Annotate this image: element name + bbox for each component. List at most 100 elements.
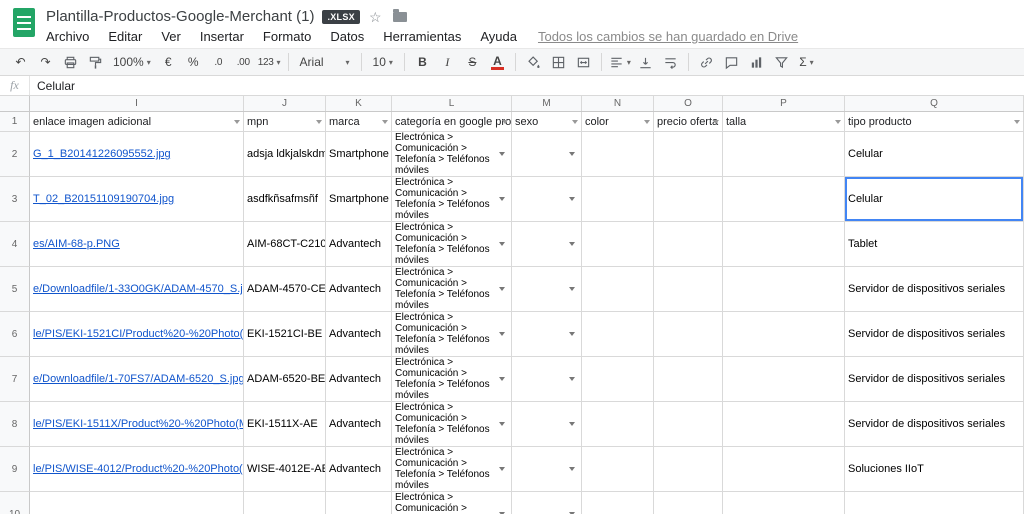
horizontal-align-dropdown[interactable]: ▾ xyxy=(609,51,631,73)
star-icon[interactable]: ☆ xyxy=(369,10,382,24)
menu-item-ver[interactable]: Ver xyxy=(161,29,181,44)
insert-comment-button[interactable] xyxy=(721,51,742,73)
cell-J2[interactable]: adsja ldkjalskdm xyxy=(244,132,326,177)
cell-N7[interactable] xyxy=(582,357,654,402)
image-url-link[interactable]: le/PIS/WISE-4012/Product%20-%20Photo(Mai… xyxy=(33,463,243,475)
validation-dropdown-icon[interactable] xyxy=(499,377,505,381)
cell-K4[interactable]: Advantech xyxy=(326,222,392,267)
menu-item-herramientas[interactable]: Herramientas xyxy=(383,29,461,44)
image-url-link[interactable]: le/PIS/EKI-1521CI/Product%20-%20Photo(Ma… xyxy=(33,328,243,340)
cell-P5[interactable] xyxy=(723,267,845,312)
validation-dropdown-icon[interactable] xyxy=(569,287,575,291)
cell-L8[interactable]: Electrónica > Comunicación > Telefonía >… xyxy=(392,402,512,447)
cell-M1[interactable]: sexo xyxy=(512,112,582,132)
row-header-6[interactable]: 6 xyxy=(0,312,30,357)
zoom-dropdown[interactable]: 100% ▾ xyxy=(110,51,154,73)
cell-L9[interactable]: Electrónica > Comunicación > Telefonía >… xyxy=(392,447,512,492)
cell-I3[interactable]: T_02_B20151109190704.jpg xyxy=(30,177,244,222)
cell-N1[interactable]: color xyxy=(582,112,654,132)
row-header-9[interactable]: 9 xyxy=(0,447,30,492)
filter-dropdown-icon[interactable] xyxy=(382,119,388,124)
cell-Q6[interactable]: Servidor de dispositivos seriales xyxy=(845,312,1024,357)
cell-P3[interactable] xyxy=(723,177,845,222)
filter-dropdown-icon[interactable] xyxy=(316,119,322,124)
cell-J6[interactable]: EKI-1521CI-BE xyxy=(244,312,326,357)
validation-dropdown-icon[interactable] xyxy=(499,152,505,156)
menu-item-ayuda[interactable]: Ayuda xyxy=(480,29,517,44)
filter-dropdown-icon[interactable] xyxy=(1014,119,1020,124)
text-color-button[interactable]: A xyxy=(487,51,508,73)
cell-M7[interactable] xyxy=(512,357,582,402)
cell-N3[interactable] xyxy=(582,177,654,222)
cell-I4[interactable]: es/AIM-68-p.PNG xyxy=(30,222,244,267)
cell-Q3-selected[interactable]: Celular xyxy=(845,177,1024,222)
cell-I10[interactable] xyxy=(30,492,244,514)
menu-item-insertar[interactable]: Insertar xyxy=(200,29,244,44)
validation-dropdown-icon[interactable] xyxy=(499,332,505,336)
cell-O3[interactable] xyxy=(654,177,723,222)
cell-N9[interactable] xyxy=(582,447,654,492)
cell-L5[interactable]: Electrónica > Comunicación > Telefonía >… xyxy=(392,267,512,312)
row-header-8[interactable]: 8 xyxy=(0,402,30,447)
cell-M4[interactable] xyxy=(512,222,582,267)
cell-I2[interactable]: G_1_B20141226095552.jpg xyxy=(30,132,244,177)
cell-Q2[interactable]: Celular xyxy=(845,132,1024,177)
cell-P9[interactable] xyxy=(723,447,845,492)
cell-O1[interactable]: precio oferta xyxy=(654,112,723,132)
cell-L3[interactable]: Electrónica > Comunicación > Telefonía >… xyxy=(392,177,512,222)
bold-button[interactable]: B xyxy=(412,51,433,73)
column-header-M[interactable]: M xyxy=(512,96,582,111)
cell-O9[interactable] xyxy=(654,447,723,492)
cell-N6[interactable] xyxy=(582,312,654,357)
filter-dropdown-icon[interactable] xyxy=(713,119,719,124)
cell-N10[interactable] xyxy=(582,492,654,514)
cell-O4[interactable] xyxy=(654,222,723,267)
decrease-decimal-button[interactable]: .0 xyxy=(208,51,229,73)
cell-L6[interactable]: Electrónica > Comunicación > Telefonía >… xyxy=(392,312,512,357)
insert-chart-button[interactable] xyxy=(746,51,767,73)
row-header-4[interactable]: 4 xyxy=(0,222,30,267)
cell-P1[interactable]: talla xyxy=(723,112,845,132)
cell-I1[interactable]: enlace imagen adicional xyxy=(30,112,244,132)
validation-dropdown-icon[interactable] xyxy=(569,242,575,246)
cell-M5[interactable] xyxy=(512,267,582,312)
row-header-3[interactable]: 3 xyxy=(0,177,30,222)
menu-item-editar[interactable]: Editar xyxy=(108,29,142,44)
cell-J9[interactable]: WISE-4012E-AE-W xyxy=(244,447,326,492)
cell-I9[interactable]: le/PIS/WISE-4012/Product%20-%20Photo(Mai… xyxy=(30,447,244,492)
cell-K8[interactable]: Advantech xyxy=(326,402,392,447)
cell-M3[interactable] xyxy=(512,177,582,222)
strikethrough-button[interactable]: S xyxy=(462,51,483,73)
cell-J10[interactable] xyxy=(244,492,326,514)
menu-item-datos[interactable]: Datos xyxy=(330,29,364,44)
cell-N5[interactable] xyxy=(582,267,654,312)
cell-M2[interactable] xyxy=(512,132,582,177)
column-header-J[interactable]: J xyxy=(244,96,326,111)
validation-dropdown-icon[interactable] xyxy=(569,332,575,336)
cell-Q9[interactable]: Soluciones IIoT xyxy=(845,447,1024,492)
cell-Q8[interactable]: Servidor de dispositivos seriales xyxy=(845,402,1024,447)
cell-P7[interactable] xyxy=(723,357,845,402)
cell-O6[interactable] xyxy=(654,312,723,357)
image-url-link[interactable]: le/PIS/EKI-1511X/Product%20-%20Photo(Mai… xyxy=(33,418,243,430)
column-header-N[interactable]: N xyxy=(582,96,654,111)
format-percent-button[interactable]: % xyxy=(183,51,204,73)
vertical-align-button[interactable] xyxy=(635,51,656,73)
validation-dropdown-icon[interactable] xyxy=(499,287,505,291)
validation-dropdown-icon[interactable] xyxy=(569,152,575,156)
cell-J1[interactable]: mpn xyxy=(244,112,326,132)
cell-J4[interactable]: AIM-68CT-C21060C xyxy=(244,222,326,267)
cell-K9[interactable]: Advantech xyxy=(326,447,392,492)
cell-P10[interactable] xyxy=(723,492,845,514)
cell-O8[interactable] xyxy=(654,402,723,447)
cell-K1[interactable]: marca xyxy=(326,112,392,132)
filter-button[interactable] xyxy=(771,51,792,73)
cell-K7[interactable]: Advantech xyxy=(326,357,392,402)
cell-P4[interactable] xyxy=(723,222,845,267)
select-all-corner[interactable] xyxy=(0,96,30,111)
cell-M9[interactable] xyxy=(512,447,582,492)
italic-button[interactable]: I xyxy=(437,51,458,73)
document-title[interactable]: Plantilla-Productos-Google-Merchant (1) xyxy=(46,8,314,25)
font-dropdown[interactable]: Arial ▾ xyxy=(296,51,354,73)
cell-I8[interactable]: le/PIS/EKI-1511X/Product%20-%20Photo(Mai… xyxy=(30,402,244,447)
